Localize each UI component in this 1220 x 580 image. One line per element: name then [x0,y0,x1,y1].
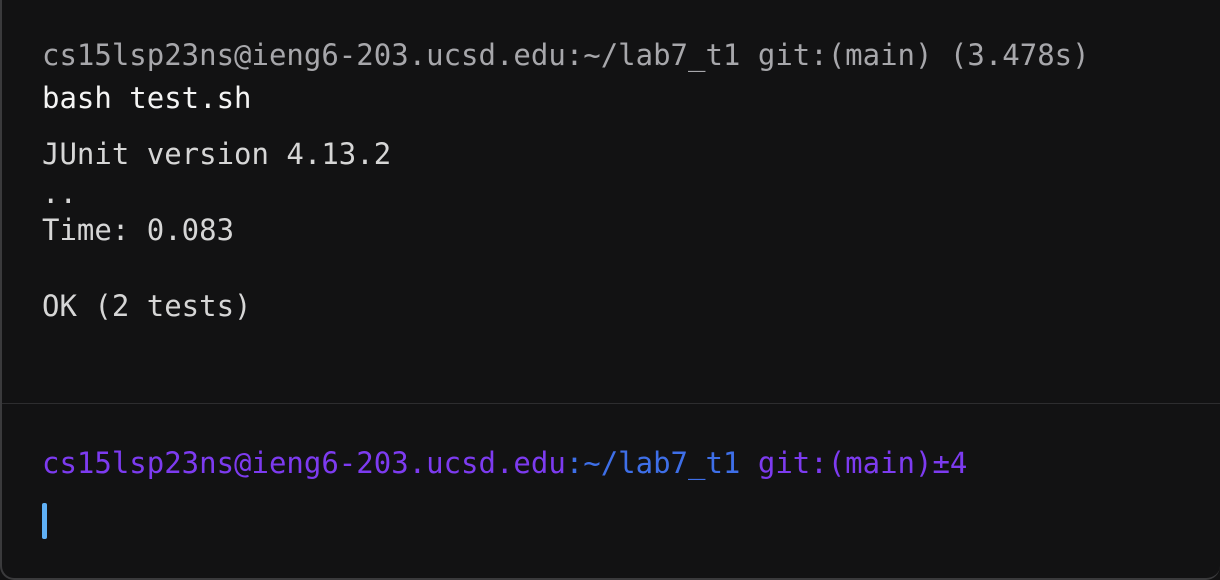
block-command: bash test.sh [42,81,252,115]
output-line: Time: 0.083 [42,213,235,247]
block-header: cs15lsp23ns@ieng6-203.ucsd.edu:~/lab7_t1… [42,36,1090,74]
terminal-window[interactable]: cs15lsp23ns@ieng6-203.ucsd.edu:~/lab7_t1… [0,0,1220,580]
block-user-host: cs15lsp23ns@ieng6-203.ucsd.edu [42,38,566,72]
command-block[interactable]: cs15lsp23ns@ieng6-203.ucsd.edu:~/lab7_t1… [2,0,1220,403]
output-line: .. [42,176,77,210]
block-git-status: git:(main) [740,38,933,72]
block-duration: (3.478s) [932,38,1090,72]
input-cursor[interactable] [42,503,47,539]
output-line: OK (2 tests) [42,289,252,323]
prompt-user-host: cs15lsp23ns@ieng6-203.ucsd.edu [42,446,566,480]
prompt-git-status: git:(main)±4 [740,446,968,480]
block-divider [2,403,1220,404]
output-line: JUnit version 4.13.2 [42,137,392,171]
prompt-path: :~/lab7_t1 [565,446,741,480]
block-path: :~/lab7_t1 [565,38,741,72]
input-prompt: cs15lsp23ns@ieng6-203.ucsd.edu:~/lab7_t1… [42,444,967,482]
